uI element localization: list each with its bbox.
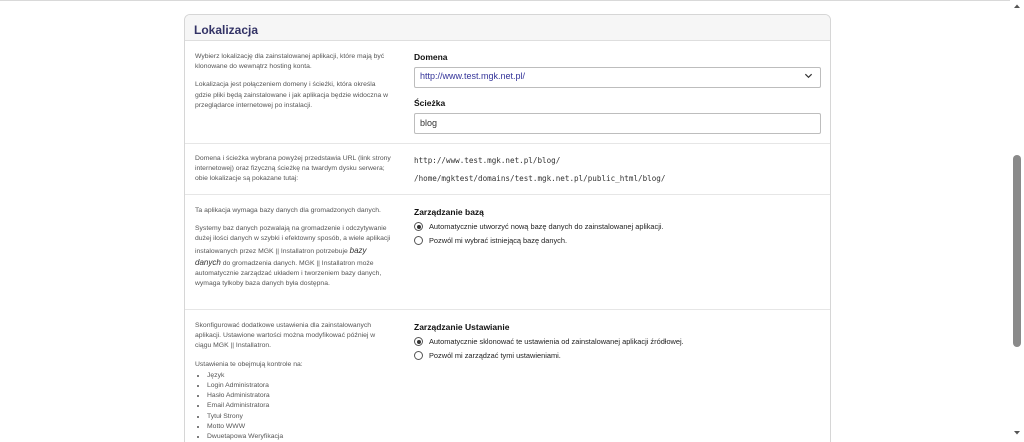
settings-desc-1: Skonfigurować dodatkowe ustawienia dla z… (195, 322, 376, 350)
settings-row: Skonfigurować dodatkowe ustawienia dla z… (185, 310, 830, 442)
database-desc-2b: do gromadzenia danych. MGK || Installatr… (195, 259, 382, 288)
path-label: Ścieżka (414, 98, 446, 108)
install-disk-path: /home/mgktest/domains/test.mgk.net.pl/pu… (414, 174, 666, 183)
settings-list-item: Dwuetapowa Weryfikacja (207, 432, 393, 442)
radio-unchecked-icon[interactable] (414, 351, 423, 360)
database-description: Ta aplikacja wymaga bazy danych dla grom… (195, 206, 393, 297)
settings-options: Zarządzanie Ustawianie Automatycznie skl… (414, 322, 821, 360)
scrollbar-thumb[interactable] (1013, 155, 1021, 347)
domain-select-value: http://www.test.mgk.net.pl/ (420, 71, 526, 81)
database-options: Zarządzanie bazą Automatycznie utworzyć … (414, 207, 821, 245)
database-option-manual[interactable]: Pozwól mi wybrać istniejącą bazę danych. (414, 236, 821, 245)
page: Lokalizacja Wybierz lokalizację dla zain… (0, 0, 1010, 442)
settings-option-manual[interactable]: Pozwól mi zarządzać tymi ustawieniami. (414, 351, 821, 360)
settings-list-item: Login Administratora (207, 381, 393, 391)
database-label: Zarządzanie bazą (414, 207, 484, 217)
database-row: Ta aplikacja wymaga bazy danych dla grom… (185, 195, 830, 310)
settings-description: Skonfigurować dodatkowe ustawienia dla z… (195, 321, 393, 442)
url-info-values: http://www.test.mgk.net.pl/blog/ /home/m… (414, 156, 821, 183)
settings-option-manual-label: Pozwól mi zarządzać tymi ustawieniami. (429, 351, 561, 360)
database-desc-1: Ta aplikacja wymaga bazy danych dla grom… (195, 207, 381, 214)
location-panel: Lokalizacja Wybierz lokalizację dla zain… (184, 14, 831, 442)
domain-field-group: Domena http://www.test.mgk.net.pl/ Ścież… (414, 52, 821, 134)
domain-label: Domena (414, 52, 448, 62)
install-url: http://www.test.mgk.net.pl/blog/ (414, 156, 561, 165)
settings-list-item: Tytuł Strony (207, 412, 393, 422)
database-option-manual-label: Pozwól mi wybrać istniejącą bazę danych. (429, 236, 568, 245)
url-info-row: Domena i ścieżka wybrana powyżej przedst… (185, 144, 830, 195)
database-desc-2: Systemy baz danych pozwalają na gromadze… (195, 224, 393, 289)
settings-desc-2: Ustawienia te obejmują kontrole na: (195, 360, 303, 368)
database-option-auto-label: Automatycznie utworzyć nową bazę danych … (429, 222, 664, 231)
settings-list-item: Motto WWW (207, 422, 393, 432)
settings-option-auto-label: Automatycznie sklonować te ustawienia od… (429, 337, 684, 346)
location-desc-2: Lokalizacja jest połączeniem domeny i śc… (195, 81, 389, 109)
settings-label: Zarządzanie Ustawianie (414, 322, 510, 332)
location-row: Wybierz lokalizację dla zainstalowanej a… (185, 41, 830, 144)
location-desc-1: Wybierz lokalizację dla zainstalowanej a… (195, 53, 385, 71)
settings-list-item: Email Administratora (207, 401, 393, 411)
settings-option-auto[interactable]: Automatycznie sklonować te ustawienia od… (414, 337, 821, 346)
location-description: Wybierz lokalizację dla zainstalowanej a… (195, 52, 393, 119)
radio-unchecked-icon[interactable] (414, 236, 423, 245)
domain-select[interactable]: http://www.test.mgk.net.pl/ (414, 67, 821, 88)
database-option-auto[interactable]: Automatycznie utworzyć nową bazę danych … (414, 222, 821, 231)
url-info-description: Domena i ścieżka wybrana powyżej przedst… (195, 155, 391, 183)
panel-title: Lokalizacja (194, 23, 259, 37)
path-input[interactable]: blog (414, 113, 821, 134)
radio-checked-icon[interactable] (414, 337, 423, 346)
chevron-down-icon (804, 73, 813, 79)
settings-list: Język Login Administratora Hasło Adminis… (207, 371, 393, 442)
settings-list-item: Język (207, 371, 393, 381)
scroll-up-arrow-icon[interactable] (1013, 3, 1021, 9)
radio-checked-icon[interactable] (414, 222, 423, 231)
panel-header: Lokalizacja (185, 15, 830, 41)
settings-list-item: Hasło Administratora (207, 391, 393, 401)
scroll-down-arrow-icon[interactable] (1013, 430, 1021, 436)
